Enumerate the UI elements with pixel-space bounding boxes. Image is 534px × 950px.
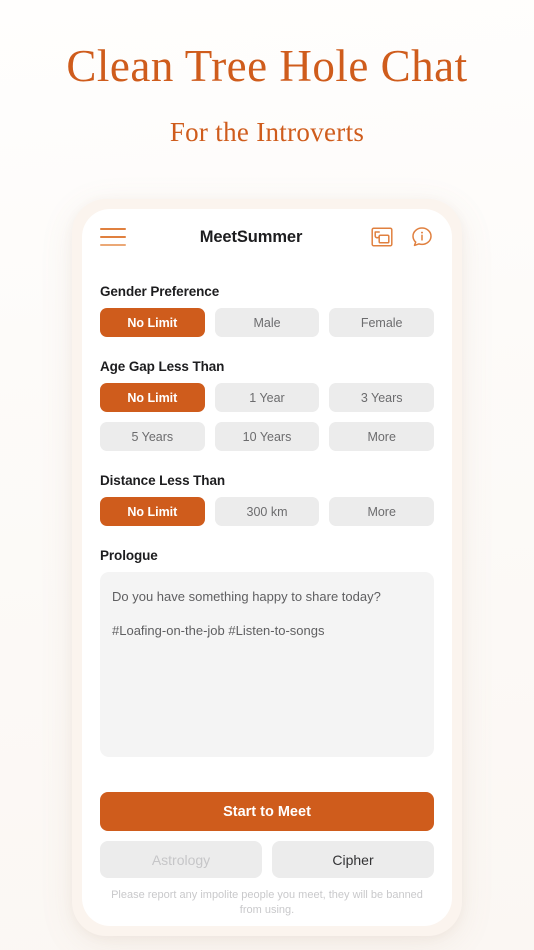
start-to-meet-button[interactable]: Start to Meet (100, 792, 434, 832)
hamburger-line-1 (100, 228, 126, 230)
chip-row-distance: No Limit 300 km More (100, 497, 435, 526)
chip-age-no-limit[interactable]: No Limit (100, 383, 205, 412)
section-label-prologue: Prologue (100, 548, 158, 563)
chip-age-more[interactable]: More (329, 422, 435, 451)
astrology-button[interactable]: Astrology (100, 841, 262, 879)
prologue-line-2: #Loafing-on-the-job #Listen-to-songs (112, 622, 325, 638)
chip-row-age-gap-1: No Limit 1 Year 3 Years (100, 383, 435, 412)
info-bubble-icon[interactable] (410, 225, 434, 249)
prologue-line-1: Do you have something happy to share tod… (112, 589, 381, 604)
photo-cards-icon[interactable] (370, 225, 394, 249)
chip-age-5-years[interactable]: 5 Years (100, 422, 205, 451)
phone-screen: MeetSummer Gender Preference No Limit Ma… (82, 209, 452, 926)
section-label-gender: Gender Preference (100, 284, 220, 299)
settings-content: Gender Preference No Limit Male Female A… (82, 265, 452, 926)
page-subtitle: For the Introverts (169, 116, 365, 147)
cipher-button[interactable]: Cipher (272, 841, 434, 879)
disclaimer-text: Please report any impolite people you me… (111, 889, 423, 917)
chip-distance-no-limit[interactable]: No Limit (100, 497, 205, 526)
chip-age-3-years[interactable]: 3 Years (329, 383, 435, 412)
section-label-age-gap: Age Gap Less Than (100, 359, 225, 374)
chip-gender-no-limit[interactable]: No Limit (100, 308, 205, 337)
chip-row-gender: No Limit Male Female (100, 308, 435, 337)
hamburger-line-2 (100, 236, 126, 238)
app-bar-actions (370, 225, 434, 249)
secondary-button-row: Astrology Cipher (100, 841, 434, 879)
chip-row-age-gap-2: 5 Years 10 Years More (100, 422, 435, 451)
chip-gender-female[interactable]: Female (329, 308, 435, 337)
chip-gender-male[interactable]: Male (214, 308, 320, 337)
bottom-actions: Start to Meet Astrology Cipher Please re… (100, 792, 434, 926)
app-title: MeetSummer (199, 227, 303, 246)
app-bar: MeetSummer (82, 209, 452, 265)
hero-header: Clean Tree Hole Chat For the Introverts (0, 0, 534, 148)
hamburger-line-3 (100, 244, 126, 246)
page-title: Clean Tree Hole Chat (66, 41, 468, 91)
prologue-textarea[interactable]: Do you have something happy to share tod… (100, 572, 434, 757)
chip-distance-300-km[interactable]: 300 km (214, 497, 320, 526)
chip-age-10-years[interactable]: 10 Years (214, 422, 320, 451)
chip-age-1-year[interactable]: 1 Year (214, 383, 320, 412)
section-label-distance: Distance Less Than (100, 473, 225, 488)
chip-distance-more[interactable]: More (329, 497, 435, 526)
hamburger-menu-icon[interactable] (100, 228, 126, 246)
